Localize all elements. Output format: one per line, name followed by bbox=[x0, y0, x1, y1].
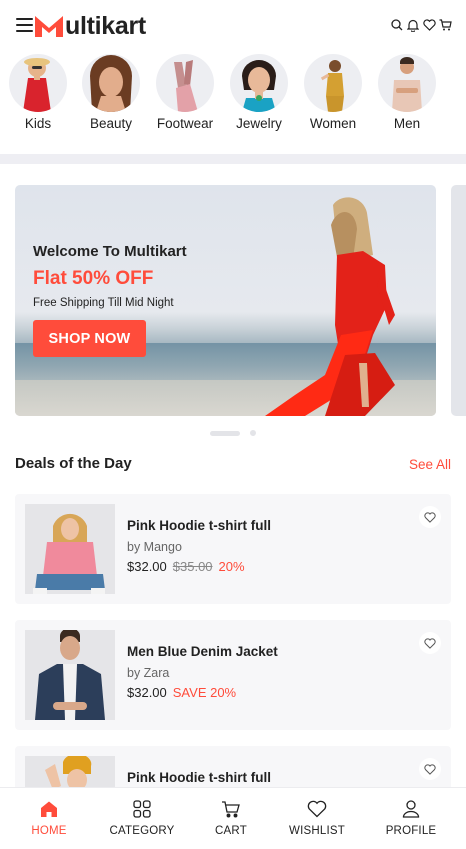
nav-wishlist[interactable]: WISHLIST bbox=[277, 798, 357, 837]
deals-title: Deals of the Day bbox=[15, 455, 132, 472]
bell-icon[interactable] bbox=[406, 18, 420, 32]
deal-old-price: $35.00 bbox=[172, 559, 213, 574]
banner-welcome-text: Welcome To Multikart bbox=[33, 243, 187, 260]
user-icon bbox=[400, 798, 422, 820]
deal-card[interactable]: Men Blue Denim Jacket by Zara $32.00 SAV… bbox=[15, 620, 451, 730]
deal-name: Men Blue Denim Jacket bbox=[127, 644, 278, 659]
banner-subtitle: Free Shipping Till Mid Night bbox=[33, 297, 174, 309]
cart-icon[interactable] bbox=[438, 18, 452, 32]
category-footwear[interactable]: Footwear bbox=[148, 54, 222, 131]
home-icon bbox=[38, 798, 60, 820]
nav-category[interactable]: CATEGORY bbox=[102, 798, 182, 837]
deal-product-image bbox=[25, 504, 115, 594]
nav-label: PROFILE bbox=[385, 825, 437, 837]
header-icons bbox=[390, 18, 452, 32]
beauty-image bbox=[82, 54, 140, 112]
grid-icon bbox=[131, 798, 153, 820]
deal-price-row: $32.00 SAVE 20% bbox=[127, 685, 236, 700]
category-label: Footwear bbox=[156, 116, 214, 131]
cart-icon bbox=[220, 798, 242, 820]
hero-banner[interactable]: Welcome To Multikart Flat 50% OFF Free S… bbox=[15, 185, 436, 416]
jewelry-image bbox=[230, 54, 288, 112]
wishlist-heart-icon[interactable] bbox=[419, 758, 441, 780]
bottom-navigation: HOME CATEGORY CART WISHLIST PROFILE bbox=[0, 787, 466, 849]
see-all-link[interactable]: See All bbox=[409, 457, 451, 472]
wishlist-heart-icon[interactable] bbox=[419, 632, 441, 654]
nav-profile[interactable]: PROFILE bbox=[371, 798, 451, 837]
app-header: ultikart bbox=[0, 0, 466, 52]
category-kids[interactable]: Kids bbox=[1, 54, 75, 131]
nav-label: WISHLIST bbox=[289, 825, 345, 837]
nav-cart[interactable]: CART bbox=[191, 798, 271, 837]
heart-icon bbox=[306, 798, 328, 820]
hamburger-icon[interactable] bbox=[16, 18, 33, 32]
deal-price-row: $32.00 $35.00 20% bbox=[127, 559, 245, 574]
carousel-dots bbox=[210, 430, 256, 436]
carousel-dot-active[interactable] bbox=[210, 430, 240, 436]
section-divider bbox=[0, 154, 466, 164]
heart-icon[interactable] bbox=[422, 18, 436, 32]
category-men[interactable]: Men bbox=[370, 54, 444, 131]
search-icon[interactable] bbox=[390, 18, 404, 32]
deal-name: Pink Hoodie t-shirt full bbox=[127, 518, 271, 533]
category-strip: Kids Beauty Footwear Jewelry Women Men bbox=[0, 54, 466, 146]
banner-offer-text: Flat 50% OFF bbox=[33, 268, 154, 289]
category-jewelry[interactable]: Jewelry bbox=[222, 54, 296, 131]
category-women[interactable]: Women bbox=[296, 54, 370, 131]
nav-home[interactable]: HOME bbox=[9, 798, 89, 837]
nav-label: CART bbox=[215, 825, 247, 837]
logo-text: ultikart bbox=[65, 12, 146, 40]
carousel-dot[interactable] bbox=[250, 430, 256, 436]
shop-now-button[interactable]: SHOP NOW bbox=[33, 320, 146, 357]
category-label: Women bbox=[309, 116, 357, 131]
deal-brand: by Zara bbox=[127, 666, 170, 680]
category-label: Beauty bbox=[89, 116, 133, 131]
nav-label: CATEGORY bbox=[109, 825, 175, 837]
deal-brand: by Mango bbox=[127, 540, 182, 554]
deal-name: Pink Hoodie t-shirt full bbox=[127, 770, 271, 785]
deal-price: $32.00 bbox=[127, 559, 167, 574]
category-label: Kids bbox=[24, 116, 52, 131]
deal-card[interactable]: Pink Hoodie t-shirt full by Mango $32.00… bbox=[15, 494, 451, 604]
footwear-image bbox=[156, 54, 214, 112]
next-banner-peek[interactable] bbox=[451, 185, 466, 416]
wishlist-heart-icon[interactable] bbox=[419, 506, 441, 528]
logo-m-icon bbox=[35, 16, 63, 37]
category-label: Men bbox=[393, 116, 421, 131]
category-beauty[interactable]: Beauty bbox=[74, 54, 148, 131]
nav-label: HOME bbox=[31, 825, 67, 837]
deal-discount: SAVE 20% bbox=[172, 685, 237, 700]
deal-price: $32.00 bbox=[127, 685, 167, 700]
kids-image bbox=[9, 54, 67, 112]
banner-model-image bbox=[265, 197, 395, 416]
logo[interactable]: ultikart bbox=[34, 12, 146, 40]
women-image bbox=[304, 54, 362, 112]
deal-product-image bbox=[25, 630, 115, 720]
category-label: Jewelry bbox=[236, 116, 282, 131]
men-image bbox=[378, 54, 436, 112]
deal-discount: 20% bbox=[218, 559, 245, 574]
